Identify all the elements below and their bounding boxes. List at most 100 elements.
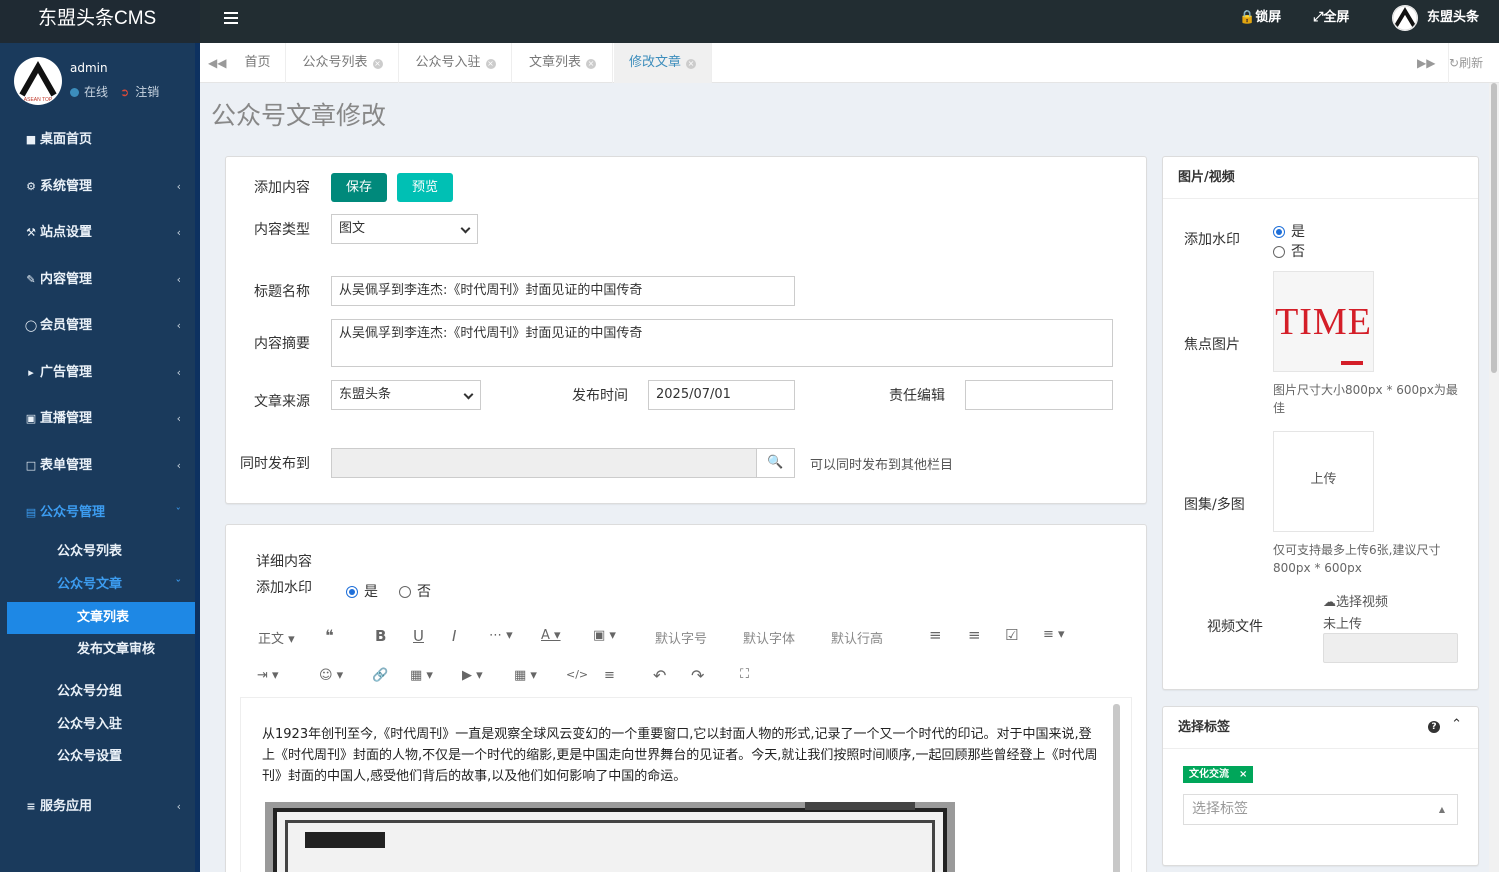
save-button[interactable]: 保存 — [331, 173, 387, 202]
nav-live[interactable]: ▣ 直播管理 ‹ — [0, 399, 195, 439]
detail-watermark-yes[interactable]: 是 — [346, 581, 378, 601]
close-icon[interactable]: × — [485, 59, 496, 69]
tab-edit-article[interactable]: 修改文章 × — [614, 43, 712, 83]
database-icon: ▤ — [25, 506, 37, 519]
link-icon[interactable]: 🔗 — [372, 668, 388, 683]
tabs-bar: ◀◀ 首页 公众号列表 × 公众号入驻 × 文章列表 × 修改文章 × ▶▶ ↻刷新 — [200, 43, 1499, 83]
user-name: admin — [70, 61, 108, 75]
italic-icon[interactable]: I — [452, 627, 456, 645]
nav-wechat[interactable]: ▤ 公众号管理 ˇ — [0, 493, 195, 533]
editor-content[interactable]: 从1923年创刊至今,《时代周刊》一直是观察全球风云变幻的一个重要窗口,它以封面… — [240, 697, 1132, 872]
search-button[interactable]: 🔍 — [756, 448, 795, 478]
nav-system[interactable]: ⚙ 系统管理 ‹ — [0, 167, 195, 207]
title-input[interactable]: 从吴佩孚到李连杰:《时代周刊》封面见证的中国传奇 — [331, 276, 795, 306]
nav-content[interactable]: ✎ 内容管理 ‹ — [0, 260, 195, 300]
basic-info-panel: 添加内容 保存 预览 内容类型 图文 标题名称 从吴佩孚到李连杰:《时代周刊》封… — [225, 156, 1147, 504]
image-icon[interactable]: ▦ ▾ — [410, 668, 433, 683]
content-type-label: 内容类型 — [254, 222, 310, 238]
content-type-select[interactable]: 图文 — [331, 214, 478, 244]
refresh-button[interactable]: ↻刷新 — [1448, 43, 1483, 83]
nav-site-settings[interactable]: ⚒ 站点设置 ‹ — [0, 213, 195, 253]
tabs-next-icon[interactable]: ▶▶ — [1417, 43, 1435, 83]
font-family-dropdown[interactable]: 默认字体 — [743, 628, 795, 647]
editor-label: 责任编辑 — [889, 388, 945, 404]
focus-image[interactable]: TIME — [1273, 271, 1374, 372]
nav-wechat-list[interactable]: 公众号列表 — [0, 536, 195, 568]
divider-icon[interactable]: ≡ — [604, 668, 615, 683]
nav-services[interactable]: ≡ 服务应用 ‹ — [0, 787, 195, 827]
redo-icon[interactable]: ↷ — [691, 666, 704, 685]
nav-article-list[interactable]: 文章列表 — [7, 602, 195, 634]
editor-input[interactable] — [965, 380, 1113, 410]
editor-scrollbar[interactable] — [1113, 704, 1120, 872]
close-icon[interactable]: × — [372, 59, 383, 69]
select-video-button[interactable]: ☁选择视频 — [1323, 591, 1388, 610]
lock-screen-button[interactable]: 🔒锁屏 — [1239, 0, 1281, 36]
site-menu[interactable]: 东盟头条 — [1427, 0, 1479, 36]
help-icon[interactable]: ? — [1428, 721, 1440, 733]
video-icon[interactable]: ▶ ▾ — [462, 668, 483, 683]
detail-label: 详细内容 — [256, 554, 312, 570]
publish-to-input[interactable] — [331, 448, 757, 478]
code-icon[interactable]: </> — [566, 668, 588, 681]
detail-watermark-label: 添加水印 — [256, 580, 312, 596]
collapse-icon[interactable]: ⌃ — [1451, 717, 1462, 732]
underline-icon[interactable]: U — [413, 627, 424, 645]
font-size-dropdown[interactable]: 默认字号 — [655, 628, 707, 647]
fullscreen-button[interactable]: ⤢全屏 — [1313, 0, 1349, 36]
close-icon[interactable]: × — [686, 59, 696, 69]
background-color-icon[interactable]: ▣ ▾ — [593, 628, 616, 643]
tabs-prev-icon[interactable]: ◀◀ — [208, 43, 226, 83]
quote-icon[interactable]: ❝ — [325, 626, 334, 645]
align-icon[interactable]: ≡ ▾ — [1043, 627, 1065, 642]
close-icon[interactable]: × — [586, 59, 596, 69]
nav-dashboard[interactable]: ■ 桌面首页 — [0, 120, 195, 160]
bold-icon[interactable]: B — [375, 627, 386, 645]
media-watermark-yes[interactable]: 是 — [1273, 221, 1305, 241]
nav-article-review[interactable]: 发布文章审核 — [0, 634, 195, 666]
publish-time-input[interactable]: 2025/07/01 — [648, 380, 795, 410]
page-scrollbar-thumb[interactable] — [1491, 83, 1497, 373]
nav-wechat-settings[interactable]: 公众号设置 — [0, 741, 195, 773]
source-select[interactable]: 东盟头条 — [331, 380, 481, 410]
logout-link[interactable]: 注销 — [135, 85, 159, 99]
nav-forms[interactable]: □ 表单管理 ‹ — [0, 446, 195, 486]
tab-wechat-list[interactable]: 公众号列表 × — [287, 43, 399, 83]
tab-wechat-join[interactable]: 公众号入驻 × — [400, 43, 512, 83]
line-height-dropdown[interactable]: 默认行高 — [831, 628, 883, 647]
numbered-list-icon[interactable]: ≡ — [968, 626, 981, 644]
emoji-icon[interactable]: ☺ ▾ — [319, 668, 343, 683]
nav-wechat-article[interactable]: 公众号文章 ˇ — [0, 569, 195, 601]
nav-wechat-join[interactable]: 公众号入驻 — [0, 709, 195, 741]
tag-chip[interactable]: 文化交流 × — [1183, 766, 1254, 783]
summary-textarea[interactable]: 从吴佩孚到李连杰:《时代周刊》封面见证的中国传奇 — [331, 319, 1113, 367]
lock-icon: 🔒 — [1239, 10, 1256, 25]
nav-wechat-group[interactable]: 公众号分组 — [0, 676, 195, 708]
gear-icon: ⚙ — [26, 180, 36, 193]
video-status: 未上传 — [1323, 617, 1363, 632]
tab-article-list[interactable]: 文章列表 × — [513, 43, 613, 83]
checkbox-list-icon[interactable]: ☑ — [1005, 626, 1018, 644]
tag-select-input[interactable]: 选择标签 ▲ — [1183, 794, 1458, 825]
remove-tag-icon[interactable]: × — [1239, 769, 1247, 780]
table-icon[interactable]: ▦ ▾ — [514, 668, 537, 683]
nav-ads[interactable]: ▸ 广告管理 ‹ — [0, 353, 195, 393]
paragraph-dropdown[interactable]: 正文 ▾ — [258, 628, 295, 647]
more-style-icon[interactable]: ⋯ ▾ — [489, 628, 513, 643]
undo-icon[interactable]: ↶ — [653, 666, 666, 685]
detail-watermark-no[interactable]: 否 — [399, 581, 431, 601]
media-watermark-no[interactable]: 否 — [1273, 241, 1305, 261]
logout-icon: ➲ — [120, 86, 130, 99]
menu-toggle-icon[interactable] — [224, 12, 238, 24]
fullscreen-editor-icon[interactable]: ⛶ — [740, 667, 749, 682]
gallery-upload-button[interactable]: 上传 — [1273, 431, 1374, 532]
form-icon: □ — [25, 459, 37, 472]
indent-icon[interactable]: ⇥ ▾ — [257, 668, 279, 683]
tab-home[interactable]: 首页 — [230, 43, 286, 83]
nav-members[interactable]: ◯ 会员管理 ‹ — [0, 306, 195, 346]
chevron-down-icon: ˇ — [175, 506, 182, 519]
font-color-icon[interactable]: A ▾ — [541, 628, 561, 643]
video-path-input[interactable] — [1323, 633, 1458, 663]
preview-button[interactable]: 预览 — [397, 173, 453, 202]
bullet-list-icon[interactable]: ≡ — [929, 626, 942, 644]
